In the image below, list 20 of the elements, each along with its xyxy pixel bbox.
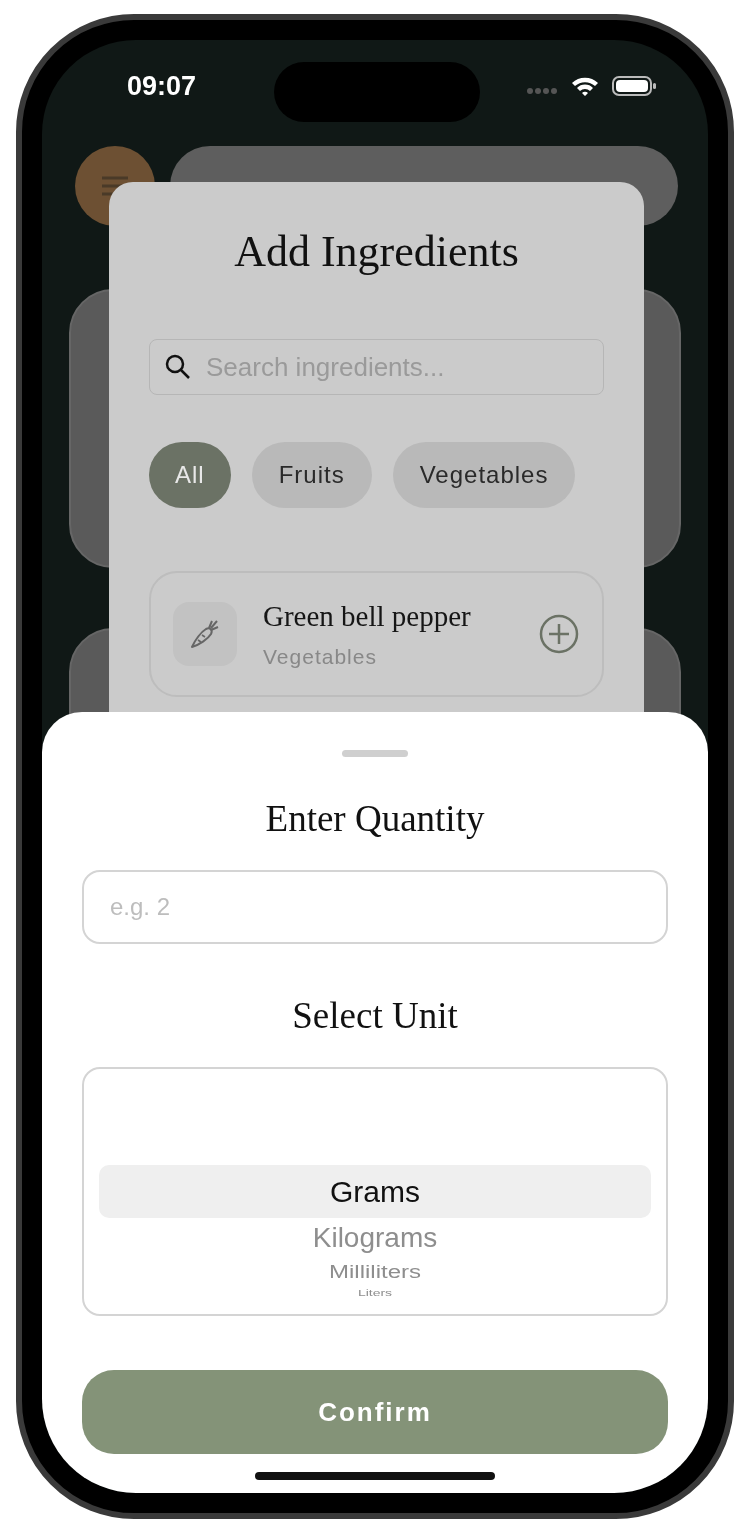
ingredient-category: Vegetables <box>263 644 378 669</box>
add-icon[interactable] <box>538 613 580 655</box>
battery-icon <box>612 76 658 96</box>
filter-chip[interactable]: All <box>149 442 231 508</box>
unit-option[interactable]: Grams <box>99 1165 651 1218</box>
quantity-title: Enter Quantity <box>264 797 486 840</box>
modal-title: Add Ingredients <box>233 226 520 277</box>
filter-chip[interactable]: Vegetables <box>392 442 576 508</box>
unit-picker[interactable]: Grams Kilograms Milliliters Liters <box>82 1067 668 1316</box>
filter-chip[interactable]: Fruits <box>251 442 372 508</box>
sheet-handle[interactable] <box>342 750 408 757</box>
quantity-input[interactable]: e.g. 2 <box>82 870 668 944</box>
signal-icon <box>526 87 558 95</box>
status-time: 09:07 <box>127 70 197 102</box>
ingredient-card[interactable]: Green bell pepper Vegetables <box>149 571 604 697</box>
ingredient-name: Green bell pepper <box>263 599 472 633</box>
search-icon <box>164 353 192 381</box>
wifi-icon <box>570 75 600 97</box>
carrot-icon <box>173 602 237 666</box>
unit-title: Select Unit <box>291 994 459 1037</box>
